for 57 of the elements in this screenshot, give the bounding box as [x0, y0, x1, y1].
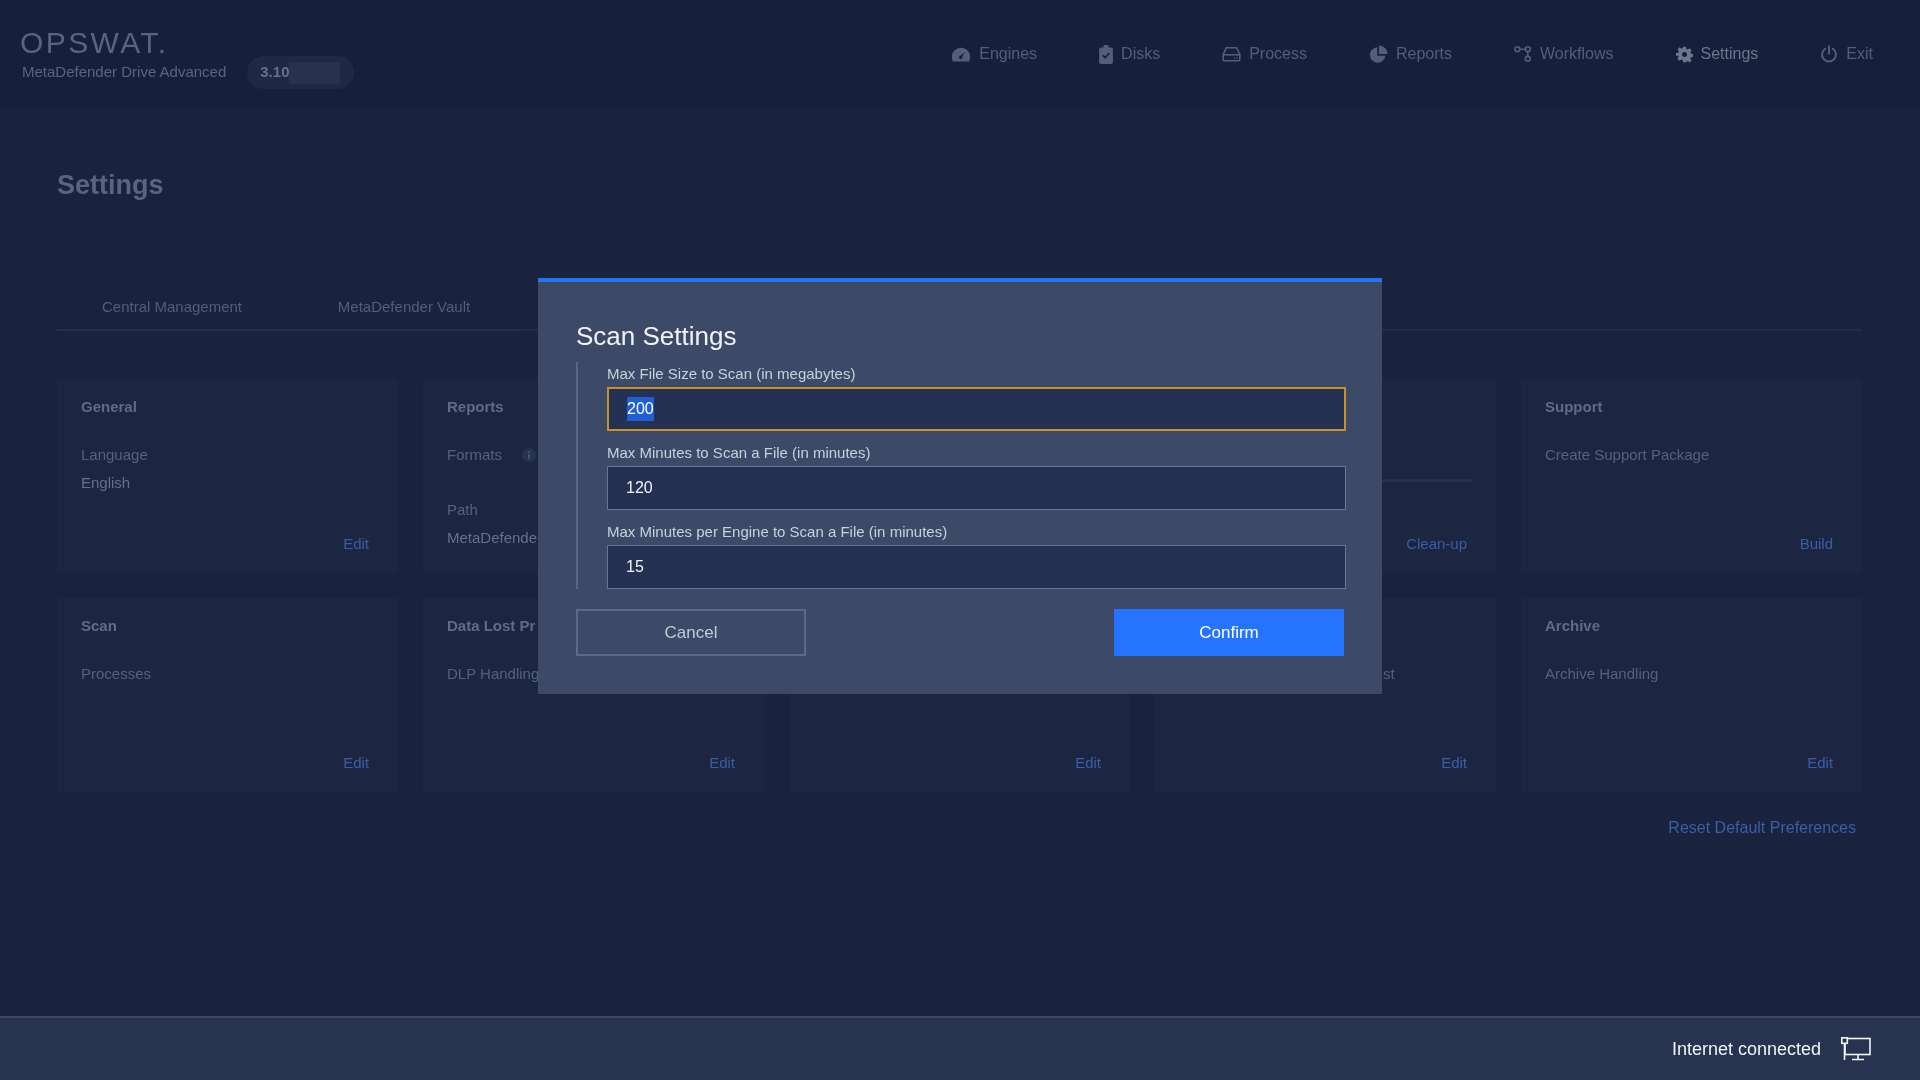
pie-chart-icon: [1369, 44, 1388, 64]
field-label: Max Minutes per Engine to Scan a File (in minutes): [607, 522, 948, 542]
settings-icon: [1675, 45, 1693, 63]
field-label: DLP Handling: [447, 664, 540, 684]
reset-link[interactable]: Reset Default Preferences: [1668, 818, 1856, 838]
dialog-title: Scan Settings: [576, 320, 737, 352]
input-field[interactable]: 200: [607, 387, 1346, 431]
page-title: Settings: [57, 169, 164, 201]
logo: OPSWAT.: [20, 30, 169, 56]
field-label: Language: [81, 445, 148, 465]
hard-drive-icon: [1222, 46, 1242, 62]
confirm-button[interactable]: Confirm: [1114, 609, 1344, 656]
card-link[interactable]: Edit: [343, 753, 369, 773]
field-label: Max File Size to Scan (in megabytes): [607, 364, 856, 384]
input-field[interactable]: 120: [607, 466, 1346, 510]
tab[interactable]: MetaDefender Vault: [289, 285, 519, 331]
nodes-icon: [1514, 46, 1532, 62]
field-label: Max Minutes to Scan a File (in minutes): [607, 443, 871, 463]
input-field[interactable]: 15: [607, 545, 1346, 589]
product-name: MetaDefender Drive Advanced: [22, 62, 227, 83]
field-label: Path: [447, 499, 478, 520]
version-text: 3.10: [260, 62, 290, 83]
nav-item[interactable]: Settings: [1675, 42, 1759, 66]
power-icon: [1820, 45, 1839, 63]
connection-status: Internet connected: [1671, 1037, 1821, 1061]
field-value: MetaDefende: [447, 527, 538, 548]
card-title: Support: [1545, 397, 1603, 417]
nav-item[interactable]: Exit: [1820, 42, 1873, 66]
field-label: st: [1383, 664, 1395, 684]
card-title: General: [81, 397, 137, 417]
card-title: Reports: [447, 397, 504, 417]
card-title: Scan: [81, 616, 117, 636]
gauge-icon: [951, 46, 972, 62]
field-label: Archive Handling: [1545, 664, 1659, 684]
card-link[interactable]: Clean-up: [1406, 534, 1467, 554]
card-link[interactable]: Edit: [709, 753, 735, 773]
network-monitor-icon: [1841, 1037, 1871, 1061]
clipboard-check-icon: [1099, 44, 1114, 64]
card-link[interactable]: Edit: [1441, 753, 1467, 773]
field-value: English: [81, 473, 131, 493]
card-link[interactable]: Edit: [1075, 753, 1101, 773]
card-link[interactable]: Edit: [343, 534, 369, 554]
card-title: Data Lost Pr: [447, 616, 536, 636]
field-label: Formats: [447, 445, 502, 465]
nav-item[interactable]: Engines: [951, 42, 1038, 66]
tab[interactable]: Central Management: [57, 285, 287, 331]
nav-item[interactable]: Disks: [1099, 42, 1161, 66]
cancel-button[interactable]: Cancel: [576, 609, 806, 656]
field-label: Processes: [81, 664, 152, 684]
field-label: Create Support Package: [1545, 445, 1710, 465]
info-icon[interactable]: [522, 448, 536, 462]
nav-item[interactable]: Reports: [1369, 42, 1452, 66]
card-link[interactable]: Edit: [1807, 753, 1833, 773]
card-title: Archive: [1545, 616, 1601, 636]
nav-item[interactable]: Workflows: [1514, 42, 1614, 66]
card-link[interactable]: Build: [1799, 534, 1833, 554]
nav-item[interactable]: Process: [1222, 42, 1307, 66]
